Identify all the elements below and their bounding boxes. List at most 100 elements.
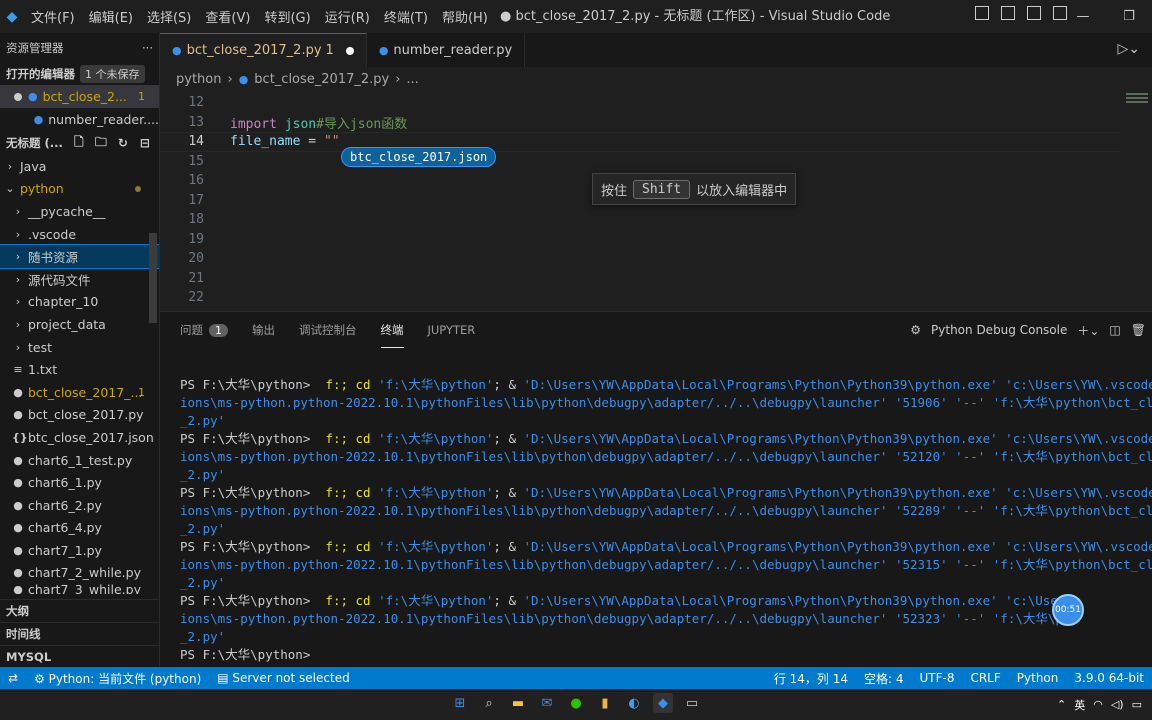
app-icon[interactable]: ▭ bbox=[682, 693, 702, 713]
new-folder-icon[interactable]: 🗀 bbox=[93, 135, 109, 151]
wifi-icon[interactable]: ◠ bbox=[1093, 698, 1103, 711]
mail-icon[interactable]: ✉ bbox=[537, 693, 557, 713]
tree-item-project-data[interactable]: › project_data bbox=[0, 313, 159, 336]
collapse-all-icon[interactable]: ⊟ bbox=[137, 135, 153, 151]
new-terminal-icon[interactable]: ＋⌄ bbox=[1077, 322, 1099, 339]
panel-actions: ⚙ Python Debug Console ＋⌄ ◫ 🗑 bbox=[910, 312, 1152, 348]
tab-problems[interactable]: 问题 1 bbox=[180, 312, 228, 348]
language-mode[interactable]: Python bbox=[1009, 671, 1067, 685]
tree-item-java[interactable]: › Java bbox=[0, 155, 159, 178]
run-debug-icon[interactable]: ▷⌄ bbox=[1118, 41, 1141, 57]
new-file-icon[interactable]: 🗋 bbox=[71, 135, 87, 151]
indentation[interactable]: 空格: 4 bbox=[856, 670, 912, 687]
minimize-icon[interactable]: — bbox=[1060, 0, 1106, 33]
tree-item-py[interactable]: ● chart6_2.py bbox=[0, 494, 159, 517]
sidebar-scrollbar[interactable] bbox=[149, 233, 157, 323]
tab-problem-count: 1 bbox=[325, 43, 334, 58]
tree-item-label: chart7_1.py bbox=[28, 542, 102, 558]
unsaved-dot-icon[interactable] bbox=[345, 46, 354, 55]
python-version[interactable]: 3.9.0 64-bit bbox=[1066, 671, 1152, 685]
tree-item-py[interactable]: ● chart7_2_while.py bbox=[0, 562, 159, 585]
tab-bct-close-2017-2[interactable]: ● bct_close_2017_2.py 1 bbox=[160, 33, 367, 67]
tab-output[interactable]: 输出 bbox=[252, 312, 275, 348]
tree-item-py[interactable]: ● chart6_1.py bbox=[0, 471, 159, 494]
menu-selection[interactable]: 选择(S) bbox=[140, 7, 198, 26]
minimap[interactable] bbox=[1122, 91, 1152, 311]
unsaved-dot-icon[interactable] bbox=[14, 92, 22, 101]
file-encoding[interactable]: UTF-8 bbox=[911, 671, 962, 685]
menu-run[interactable]: 运行(R) bbox=[318, 7, 377, 26]
breadcrumb-symbol[interactable]: ... bbox=[406, 72, 418, 87]
edge-icon[interactable]: ◐ bbox=[624, 693, 644, 713]
tab-debug-console[interactable]: 调试控制台 bbox=[299, 312, 357, 348]
tab-number-reader[interactable]: ● number_reader.py bbox=[367, 33, 526, 67]
file-tree: › Java ⌄ python › __pycache__ › .vscode … bbox=[0, 155, 159, 594]
code-editor[interactable]: 12 13 import json#导入json函数 14 file_name … bbox=[160, 91, 1152, 311]
breadcrumb-folder[interactable]: python bbox=[176, 72, 221, 87]
tree-item-source-files[interactable]: › 源代码文件 bbox=[0, 268, 159, 291]
tree-item-py[interactable]: ● chart6_1_test.py bbox=[0, 449, 159, 472]
split-terminal-icon[interactable]: ◫ bbox=[1109, 323, 1120, 337]
tree-item-chapter-10[interactable]: › chapter_10 bbox=[0, 291, 159, 314]
toggle-sidebar-icon[interactable] bbox=[975, 6, 989, 20]
more-actions-icon[interactable]: ··· bbox=[142, 41, 153, 55]
python-file-icon: ● bbox=[13, 498, 23, 512]
volume-icon[interactable]: ◁) bbox=[1111, 698, 1124, 711]
input-language[interactable]: 英 bbox=[1074, 697, 1085, 713]
tab-jupyter[interactable]: JUPYTER bbox=[428, 312, 476, 348]
tree-item-txt[interactable]: ≡ 1.txt bbox=[0, 358, 159, 381]
tree-item-vscode[interactable]: › .vscode bbox=[0, 223, 159, 246]
tree-item-py[interactable]: ● chart7_3_while.py bbox=[0, 584, 159, 594]
outline-section[interactable]: 大纲 bbox=[0, 599, 159, 621]
breadcrumb-file[interactable]: bct_close_2017_2.py bbox=[254, 72, 389, 87]
python-interpreter[interactable]: ⚙ Python: 当前文件 (python) bbox=[26, 670, 209, 687]
shift-key: Shift bbox=[633, 179, 691, 199]
trash-icon[interactable]: 🗑 bbox=[1131, 323, 1146, 337]
open-editor-item[interactable]: ● number_reader.... bbox=[0, 108, 159, 131]
start-icon[interactable]: ⊞ bbox=[450, 693, 470, 713]
timeline-section[interactable]: 时间线 bbox=[0, 622, 159, 644]
menu-file[interactable]: 文件(F) bbox=[24, 7, 82, 26]
menu-go[interactable]: 转到(G) bbox=[257, 7, 317, 26]
menu-view[interactable]: 查看(V) bbox=[198, 7, 257, 26]
vscode-taskbar-icon[interactable]: ◆ bbox=[653, 693, 673, 713]
remote-icon[interactable]: ⇄ bbox=[0, 671, 26, 685]
maximize-icon[interactable]: ❐ bbox=[1106, 0, 1152, 33]
tree-item-py[interactable]: ● bct_close_2017_... 1 bbox=[0, 381, 159, 404]
open-editor-item[interactable]: ● bct_close_2... 1 bbox=[0, 85, 159, 108]
tree-item-test[interactable]: › test bbox=[0, 336, 159, 359]
explorer-title: 资源管理器 bbox=[6, 41, 64, 55]
tree-item-python[interactable]: ⌄ python bbox=[0, 178, 159, 201]
notes-icon[interactable]: ▮ bbox=[595, 693, 615, 713]
tree-item-json[interactable]: {} btc_close_2017.json bbox=[0, 426, 159, 449]
toggle-panel-icon[interactable] bbox=[1001, 6, 1015, 20]
terminal-name[interactable]: Python Debug Console bbox=[931, 323, 1067, 337]
open-editors-header[interactable]: 打开的编辑器 1 个未保存 bbox=[0, 63, 159, 85]
tab-terminal[interactable]: 终端 bbox=[380, 312, 404, 348]
gear-icon[interactable]: ⚙ bbox=[910, 323, 921, 337]
battery-icon[interactable]: ▭ bbox=[1132, 698, 1142, 711]
tree-item-pycache[interactable]: › __pycache__ bbox=[0, 200, 159, 223]
line-ending[interactable]: CRLF bbox=[962, 671, 1008, 685]
file-explorer-icon[interactable]: ▬ bbox=[508, 693, 528, 713]
wechat-icon[interactable]: ● bbox=[566, 693, 586, 713]
menu-help[interactable]: 帮助(H) bbox=[435, 7, 495, 26]
tree-item-py[interactable]: ● bct_close_2017.py bbox=[0, 404, 159, 427]
menu-edit[interactable]: 编辑(E) bbox=[82, 7, 140, 26]
search-icon[interactable]: ⌕ bbox=[479, 693, 499, 713]
tree-item-py[interactable]: ● chart6_4.py bbox=[0, 517, 159, 540]
tree-item-label: test bbox=[28, 339, 53, 355]
refresh-icon[interactable]: ↻ bbox=[115, 135, 131, 151]
mysql-section[interactable]: MYSQL bbox=[0, 645, 159, 667]
chevron-up-icon[interactable]: ⌃ bbox=[1057, 698, 1066, 711]
sql-server[interactable]: ▤ Server not selected bbox=[209, 671, 357, 685]
tree-item-book-resources[interactable]: › 随书资源 bbox=[0, 244, 159, 269]
workspace-header[interactable]: 无标题 (... 🗋 🗀 ↻ ⊟ bbox=[0, 131, 159, 155]
tree-item-py[interactable]: ● chart7_1.py bbox=[0, 539, 159, 562]
drag-file-label: btc_close_2017.json bbox=[341, 147, 497, 167]
tree-item-label: bct_close_2017.py bbox=[28, 407, 144, 423]
menu-terminal[interactable]: 终端(T) bbox=[377, 7, 435, 26]
toggle-secondary-sidebar-icon[interactable] bbox=[1027, 6, 1041, 20]
terminal-output[interactable]: PS F:\大华\python> f:; cd 'f:\大华\python'; … bbox=[180, 376, 1152, 666]
cursor-position[interactable]: 行 14，列 14 bbox=[766, 670, 856, 687]
